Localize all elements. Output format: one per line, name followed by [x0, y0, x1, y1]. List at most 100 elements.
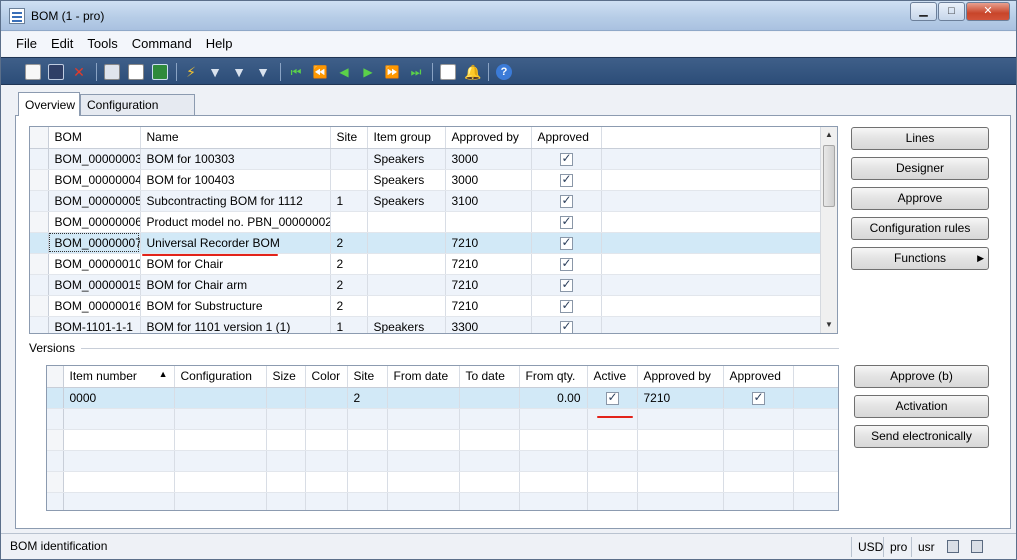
versions-grid[interactable]: Item number ▲ Configuration Size Color Si… — [46, 365, 839, 511]
scroll-down-icon[interactable]: ▼ — [821, 317, 837, 333]
col-approved[interactable]: Approved — [531, 127, 602, 149]
scroll-up-icon[interactable]: ▲ — [821, 127, 837, 143]
table-row[interactable] — [47, 408, 838, 430]
session-icon[interactable] — [971, 540, 983, 553]
menu-file[interactable]: File — [1, 32, 44, 56]
table-row[interactable]: BOM_00000016 BOM for Substructure 2 7210 — [30, 295, 822, 317]
approve-button[interactable]: Approve — [851, 187, 989, 210]
approved-checkbox[interactable] — [559, 277, 573, 292]
approved-checkbox[interactable] — [559, 256, 573, 271]
bom-grid-scrollbar[interactable]: ▲ ▼ — [820, 127, 837, 333]
next-record-icon[interactable]: ▶ — [360, 64, 376, 80]
status-layer[interactable]: usr — [911, 537, 941, 557]
col-bom[interactable]: BOM — [48, 127, 141, 149]
functions-button[interactable]: Functions ▶ — [851, 247, 989, 270]
approved-checkbox[interactable] — [559, 319, 573, 333]
bom-window: BOM (1 - pro) ▁ □ ✕ File Edit Tools Command… — [0, 0, 1017, 560]
lines-button[interactable]: Lines — [851, 127, 989, 150]
col-site[interactable]: Site — [330, 127, 368, 149]
previous-page-icon[interactable]: ⏪ — [312, 64, 328, 80]
previous-record-icon[interactable]: ◀ — [336, 64, 352, 80]
menu-help[interactable]: Help — [199, 32, 240, 56]
status-bar: BOM identification USD pro usr — [1, 533, 1016, 559]
col-size[interactable]: Size — [266, 366, 306, 388]
save-icon[interactable] — [48, 64, 64, 80]
database-icon[interactable] — [947, 540, 959, 553]
help-icon[interactable]: ? — [496, 64, 512, 80]
menu-edit[interactable]: Edit — [44, 32, 80, 56]
print-preview-icon[interactable] — [128, 64, 144, 80]
submenu-arrow-icon: ▶ — [977, 253, 984, 263]
send-electronically-button[interactable]: Send electronically — [854, 425, 989, 448]
col-color[interactable]: Color — [305, 366, 348, 388]
col-site[interactable]: Site — [347, 366, 388, 388]
delete-icon[interactable]: ✕ — [71, 64, 87, 80]
first-record-icon[interactable]: ⏮ — [288, 64, 304, 80]
print-icon[interactable] — [104, 64, 120, 80]
new-icon[interactable] — [25, 64, 41, 80]
col-item-number[interactable]: Item number ▲ — [63, 366, 175, 388]
annotation-underline — [142, 254, 278, 256]
approved-checkbox[interactable] — [559, 193, 573, 208]
table-row[interactable]: BOM_00000003 BOM for 100303 Speakers 3000 — [30, 148, 822, 170]
table-row[interactable]: BOM_00000010 BOM for Chair 2 7210 — [30, 253, 822, 275]
table-row[interactable] — [47, 471, 838, 493]
table-row[interactable] — [47, 492, 838, 510]
form-icon — [9, 8, 25, 24]
table-row[interactable]: BOM_00000004 BOM for 100403 Speakers 3000 — [30, 169, 822, 191]
designer-button[interactable]: Designer — [851, 157, 989, 180]
sort-ascending-icon: ▲ — [158, 369, 168, 380]
col-name[interactable]: Name — [140, 127, 331, 149]
table-row[interactable]: BOM_00000006 Product model no. PBN_000000… — [30, 211, 822, 233]
table-row[interactable]: BOM_00000005 Subcontracting BOM for 1112 1… — [30, 190, 822, 212]
filter-by-grid-icon[interactable]: ▼ — [207, 64, 223, 80]
approved-checkbox[interactable] — [559, 298, 573, 313]
table-row[interactable] — [47, 429, 838, 451]
col-approved[interactable]: Approved — [723, 366, 794, 388]
col-from-date[interactable]: From date — [387, 366, 460, 388]
excel-icon[interactable] — [152, 64, 168, 80]
col-from-qty[interactable]: From qty. — [519, 366, 588, 388]
table-row[interactable] — [47, 450, 838, 472]
table-row-selected[interactable]: 000020.007210 — [47, 387, 838, 409]
menu-bar: File Edit Tools Command Help — [1, 32, 1016, 56]
bom-grid[interactable]: BOM Name Site Item group Approved by App… — [29, 126, 838, 334]
table-row-selected[interactable]: BOM_00000007 Universal Recorder BOM 2 7210 — [30, 232, 822, 254]
col-approved-by[interactable]: Approved by — [637, 366, 724, 388]
tab-configuration-route[interactable]: Configuration route — [80, 94, 195, 132]
filter-by-selection-icon[interactable]: ⚡ — [183, 64, 199, 80]
col-configuration[interactable]: Configuration — [174, 366, 267, 388]
approved-checkbox[interactable] — [559, 235, 573, 250]
col-approved-by[interactable]: Approved by — [445, 127, 532, 149]
active-checkbox[interactable] — [605, 390, 619, 405]
document-handling-icon[interactable] — [440, 64, 456, 80]
scroll-thumb[interactable] — [823, 145, 835, 207]
minimize-button[interactable]: ▁ — [910, 2, 937, 21]
maximize-button[interactable]: □ — [938, 2, 965, 21]
col-item-group[interactable]: Item group — [367, 127, 446, 149]
advanced-filter-icon[interactable]: ▼ — [231, 64, 247, 80]
versions-divider — [81, 348, 839, 349]
col-active[interactable]: Active — [587, 366, 638, 388]
status-company[interactable]: pro — [883, 537, 913, 557]
close-button[interactable]: ✕ — [966, 2, 1010, 21]
menu-tools[interactable]: Tools — [80, 32, 124, 56]
annotation-underline — [597, 416, 633, 418]
remove-filter-icon[interactable]: ▼ — [255, 64, 271, 80]
approved-checkbox[interactable] — [751, 390, 765, 405]
tab-overview[interactable]: Overview — [18, 92, 80, 116]
approve-version-button[interactable]: Approve (b) — [854, 365, 989, 388]
alert-bell-icon[interactable]: 🔔 — [464, 64, 481, 80]
menu-command[interactable]: Command — [125, 32, 199, 56]
approved-checkbox[interactable] — [559, 151, 573, 166]
table-row[interactable]: BOM-1101-1-1 BOM for 1101 version 1 (1) 1 S… — [30, 316, 822, 333]
last-record-icon[interactable]: ⏭ — [408, 64, 424, 80]
col-to-date[interactable]: To date — [459, 366, 520, 388]
approved-checkbox[interactable] — [559, 214, 573, 229]
table-row[interactable]: BOM_00000015 BOM for Chair arm 2 7210 — [30, 274, 822, 296]
activation-button[interactable]: Activation — [854, 395, 989, 418]
configuration-rules-button[interactable]: Configuration rules — [851, 217, 989, 240]
approved-checkbox[interactable] — [559, 172, 573, 187]
toolbar: ✕ ⚡ ▼ ▼ ▼ ⏮ ⏪ ◀ ▶ ⏩ ⏭ 🔔 ? — [1, 57, 1016, 85]
next-page-icon[interactable]: ⏩ — [384, 64, 400, 80]
